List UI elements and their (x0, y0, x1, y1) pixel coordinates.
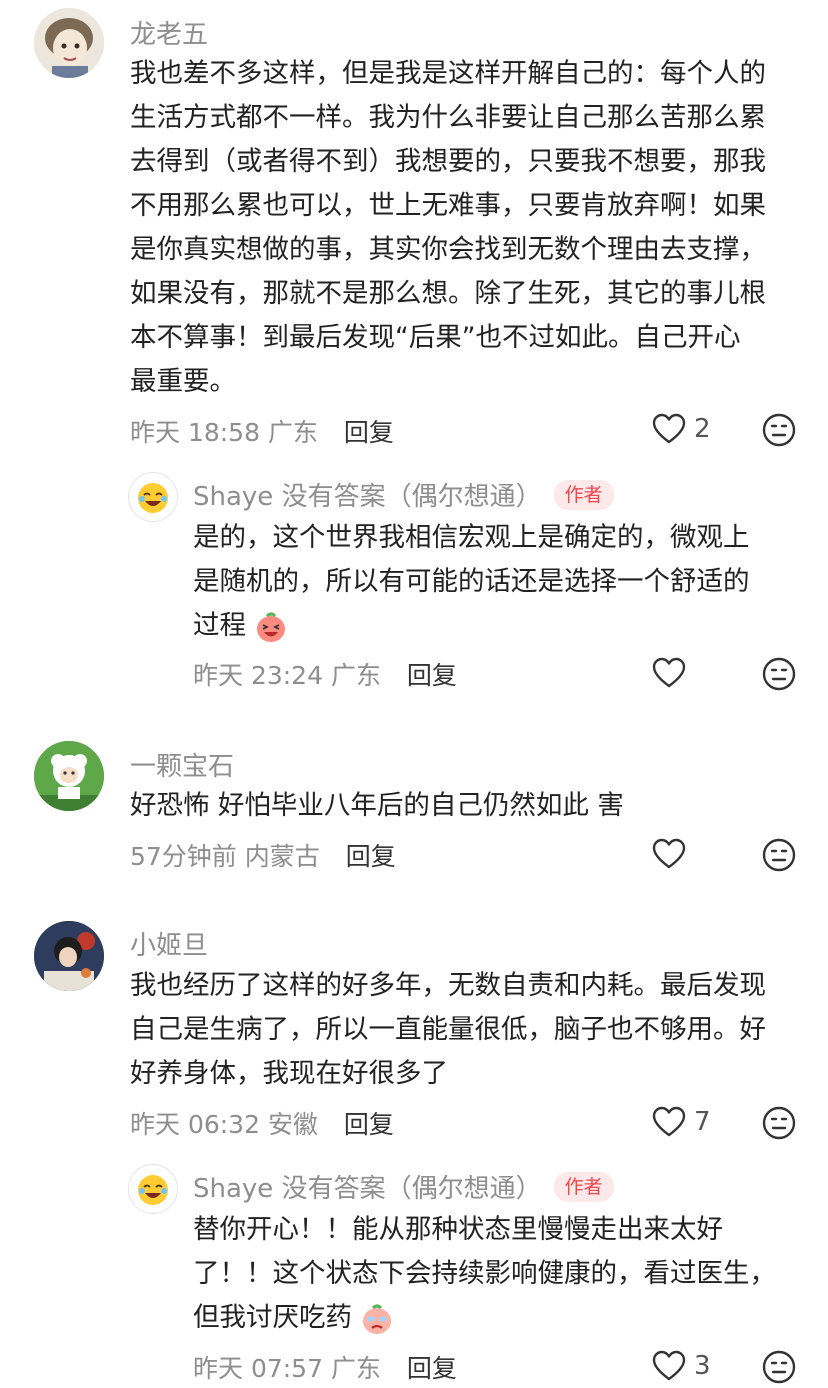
comment-text: 我也差不多这样，但是我是这样开解自己的：每个人的 生活方式都不一样。我为什么非要… (130, 52, 766, 404)
comment-text: 是的，这个世界我相信宏观上是确定的，微观上 是随机的，所以有可能的话还是选择一个… (193, 516, 750, 648)
like-button[interactable]: 7 (652, 1106, 711, 1138)
comment-line: 是的，这个世界我相信宏观上是确定的，微观上 (193, 522, 750, 553)
author-tag: 作者 (553, 480, 614, 510)
sad-emoji-icon (363, 1304, 392, 1334)
comment-meta: 昨天 06:32 安徽 回复 (130, 1105, 394, 1141)
commenter-name[interactable]: Shaye 没有答案（偶尔想通） 作者 (193, 1168, 614, 1205)
comment-text: 替你开心！！能从那种状态里慢慢走出来太好 了！！这个状态下会持续影响健康的，看过… (193, 1208, 776, 1340)
like-count: 2 (694, 414, 711, 444)
comment-time: 昨天 06:32 (130, 1110, 260, 1139)
comment-line: 我也经历了这样的好多年，无数自责和内耗。最后发现 (130, 970, 766, 1001)
comment-time: 昨天 23:24 (193, 661, 323, 690)
comment-meta: 昨天 07:57 广东 回复 (193, 1349, 457, 1385)
comment-line: 自己是生病了，所以一直能量很低，脑子也不够用。好 (130, 1014, 766, 1045)
comment-text: 好恐怖 好怕毕业八年后的自己仍然如此 害 (130, 784, 624, 828)
comment-line: 替你开心！！能从那种状态里慢慢走出来太好 (193, 1214, 723, 1245)
dislike-face-icon (762, 1350, 796, 1384)
reply-button[interactable]: 回复 (344, 418, 394, 447)
commenter-name[interactable]: 小姬旦 (130, 925, 208, 962)
avatar[interactable] (34, 8, 104, 78)
comment-time: 57分钟前 (130, 842, 237, 871)
dislike-button[interactable] (762, 1350, 796, 1388)
like-count: 7 (694, 1107, 711, 1137)
reply-button[interactable]: 回复 (407, 661, 457, 690)
comment-line: 生活方式都不一样。我为什么非要让自己那么苦那么累 (130, 102, 766, 133)
comment-line: 最重要。 (130, 366, 236, 397)
dislike-face-icon (762, 838, 796, 872)
comment-location: 广东 (267, 418, 318, 447)
author-tag: 作者 (553, 1172, 614, 1202)
heart-outline-icon (652, 1106, 686, 1137)
comment-line: 不用那么累也可以，世上无难事，只要肯放弃啊！如果 (130, 190, 766, 221)
dislike-face-icon (762, 413, 796, 447)
comment-line: 是随机的，所以有可能的话还是选择一个舒适的 (193, 566, 750, 597)
comment-time: 昨天 07:57 (193, 1354, 323, 1383)
dislike-button[interactable] (762, 838, 796, 876)
laughing-emoji-icon (257, 612, 286, 642)
comment-meta: 昨天 23:24 广东 回复 (193, 656, 457, 692)
like-button[interactable]: 2 (652, 413, 711, 445)
dislike-button[interactable] (762, 413, 796, 451)
dislike-face-icon (762, 657, 796, 691)
comment-text: 我也经历了这样的好多年，无数自责和内耗。最后发现 自己是生病了，所以一直能量很低… (130, 964, 766, 1096)
reply-button[interactable]: 回复 (346, 842, 396, 871)
comment-location: 安徽 (267, 1110, 318, 1139)
comment-line: 我也差不多这样，但是我是这样开解自己的：每个人的 (130, 58, 766, 89)
comment-location: 广东 (330, 1354, 381, 1383)
heart-outline-icon (652, 657, 686, 688)
heart-outline-icon (652, 1350, 686, 1381)
commenter-name[interactable]: Shaye 没有答案（偶尔想通） 作者 (193, 476, 614, 513)
heart-outline-icon (652, 838, 686, 869)
like-count: 3 (694, 1351, 711, 1381)
comment-line: 如果没有，那就不是那么想。除了生死，其它的事儿根 (130, 278, 766, 309)
reply-button[interactable]: 回复 (344, 1110, 394, 1139)
commenter-name[interactable]: 一颗宝石 (130, 746, 234, 783)
comment-line: 好恐怖 好怕毕业八年后的自己仍然如此 害 (130, 790, 624, 821)
comment-line: 本不算事！到最后发现“后果”也不过如此。自己开心 (130, 322, 741, 353)
comment-location: 广东 (330, 661, 381, 690)
comment-line: 去得到（或者得不到）我想要的，只要我不想要，那我 (130, 146, 766, 177)
commenter-name-text: Shaye 没有答案（偶尔想通） (193, 1174, 542, 1204)
commenter-name[interactable]: 龙老五 (130, 14, 208, 51)
like-button[interactable]: 3 (652, 1350, 711, 1382)
dislike-face-icon (762, 1106, 796, 1140)
dislike-button[interactable] (762, 657, 796, 695)
avatar[interactable] (128, 1164, 178, 1214)
comment-meta: 昨天 18:58 广东 回复 (130, 413, 394, 449)
comment-line: 是你真实想做的事，其实你会找到无数个理由去支撑， (130, 234, 766, 265)
comment-time: 昨天 18:58 (130, 418, 260, 447)
comment-meta: 57分钟前 内蒙古 回复 (130, 837, 396, 873)
comment-location: 内蒙古 (244, 842, 320, 871)
avatar[interactable] (128, 472, 178, 522)
comment-line: 但我讨厌吃药 (193, 1296, 776, 1340)
heart-outline-icon (652, 413, 686, 444)
reply-button[interactable]: 回复 (407, 1354, 457, 1383)
avatar[interactable] (34, 741, 104, 811)
comment-line: 好养身体，我现在好很多了 (130, 1058, 448, 1089)
like-button[interactable] (652, 838, 694, 870)
avatar[interactable] (34, 921, 104, 991)
dislike-button[interactable] (762, 1106, 796, 1144)
commenter-name-text: Shaye 没有答案（偶尔想通） (193, 482, 542, 512)
comment-line: 过程 (193, 604, 750, 648)
like-button[interactable] (652, 657, 694, 689)
comment-line: 了！！这个状态下会持续影响健康的，看过医生， (193, 1258, 776, 1289)
